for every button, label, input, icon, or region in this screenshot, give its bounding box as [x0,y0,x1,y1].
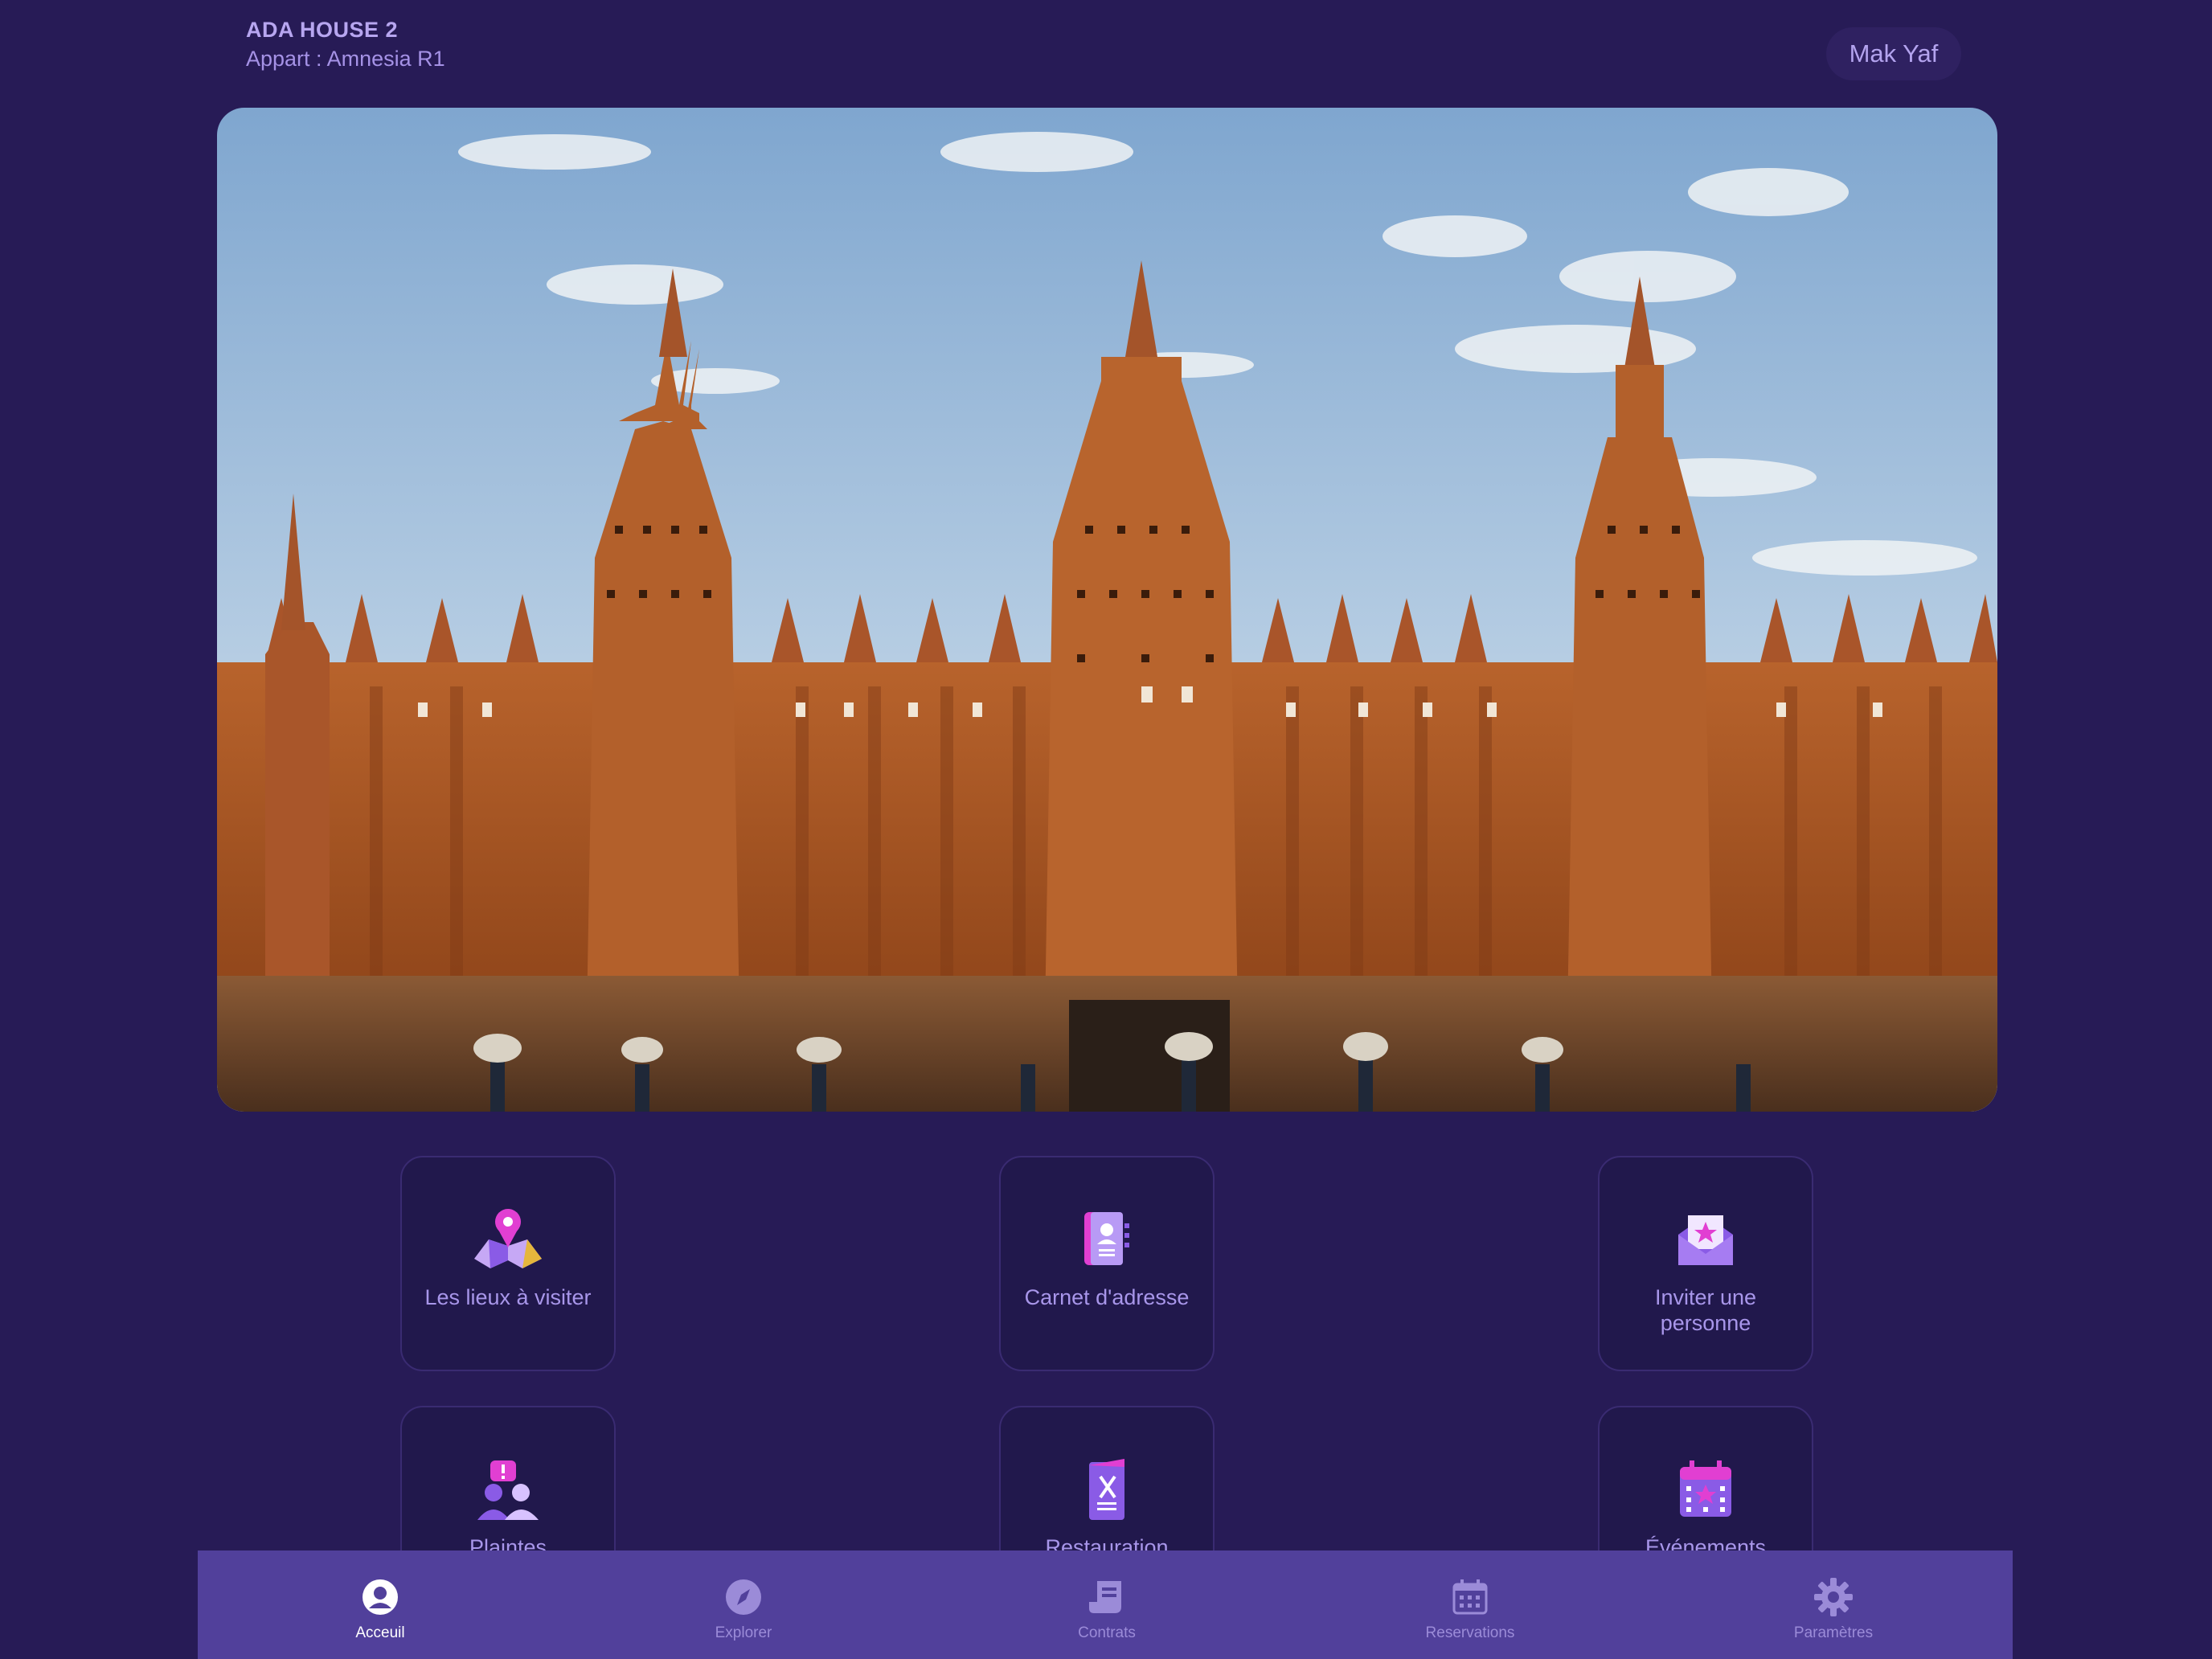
bottom-navigation: Acceuil Explorer Contrats Reservations P… [198,1550,2013,1659]
apartment-subtitle: Appart : Amnesia R1 [246,47,445,71]
nav-home[interactable]: Acceuil [300,1550,461,1659]
nav-reservations[interactable]: Reservations [1390,1550,1550,1659]
nav-label: Contrats [1078,1624,1136,1641]
contract-scroll-icon [1089,1581,1121,1613]
tile-label: Inviter une personne [1654,1285,1757,1335]
hero-image [217,108,1997,1112]
nav-label: Explorer [715,1624,772,1641]
property-title: ADA HOUSE 2 [246,18,399,42]
restaurant-menu-icon [1089,1459,1124,1520]
tile-label: Carnet d'adresse [1024,1285,1190,1309]
address-book-icon [1084,1212,1129,1265]
invite-envelope-icon [1678,1215,1733,1265]
tile-places-to-visit[interactable]: Les lieux à visiter [400,1156,616,1371]
nav-label: Reservations [1425,1624,1515,1641]
complaint-people-icon [477,1460,539,1520]
nav-explore[interactable]: Explorer [663,1550,824,1659]
user-circle-icon [363,1579,398,1615]
user-profile-button[interactable]: Mak Yaf [1826,27,1961,80]
calendar-icon [1452,1579,1488,1615]
nav-label: Acceuil [355,1624,405,1641]
calendar-event-icon [1680,1460,1731,1517]
tile-invite-person[interactable]: Inviter une personne [1598,1156,1813,1371]
nav-settings[interactable]: Paramètres [1753,1550,1914,1659]
nav-label: Paramètres [1793,1624,1874,1641]
gear-icon [1814,1578,1853,1616]
tile-label: Les lieux à visiter [424,1285,592,1309]
tile-address-book[interactable]: Carnet d'adresse [999,1156,1215,1371]
map-pin-icon [474,1209,542,1268]
compass-icon [726,1579,761,1615]
nav-contracts[interactable]: Contrats [1026,1550,1187,1659]
